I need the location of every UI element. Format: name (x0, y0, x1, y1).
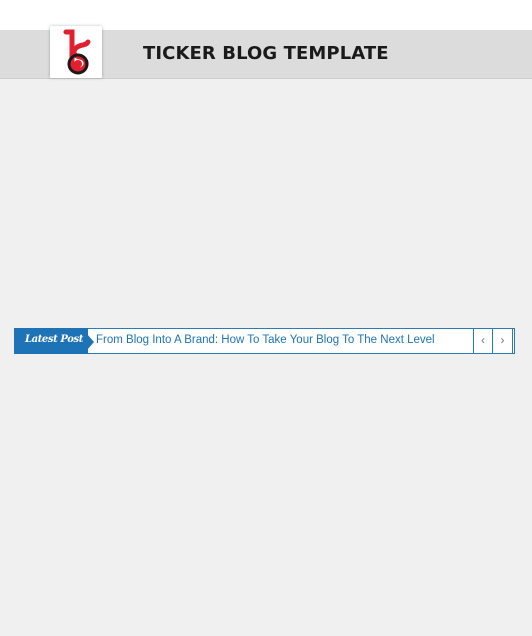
site-title[interactable]: TICKER BLOG TEMPLATE (143, 43, 389, 64)
ticker-label-box: Latest Post (14, 328, 88, 354)
chevron-right-icon: › (500, 333, 505, 347)
ticker-next-button[interactable]: › (493, 328, 513, 354)
bs-logo-icon (63, 29, 91, 75)
ticker-label: Latest Post (25, 334, 83, 345)
ticker-prev-button[interactable]: ‹ (473, 328, 493, 354)
site-logo[interactable] (50, 26, 102, 78)
chevron-left-icon: ‹ (481, 333, 485, 347)
ticker-label-arrow (87, 334, 94, 350)
news-ticker: Latest Post From Blog Into A Brand: How … (14, 328, 515, 354)
ticker-post-link[interactable]: From Blog Into A Brand: How To Take Your… (96, 334, 435, 346)
